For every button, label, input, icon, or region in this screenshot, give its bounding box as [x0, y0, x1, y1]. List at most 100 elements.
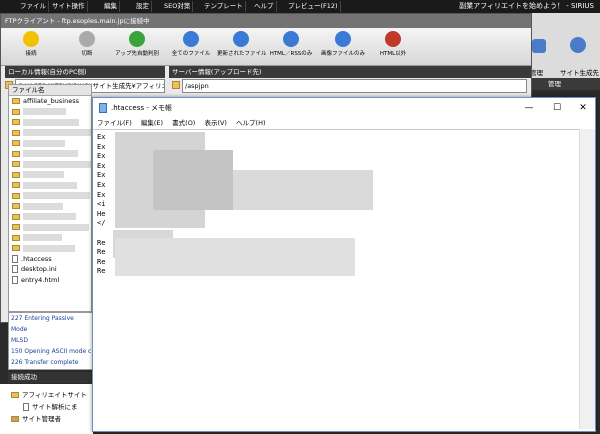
local-file-list[interactable]: ファイル名 affiliate_business .htaccess desktop…	[8, 84, 92, 312]
folder-icon	[11, 392, 19, 398]
admin-icon	[11, 416, 19, 422]
menu-edit[interactable]: 編集	[102, 1, 120, 12]
non-html-icon	[385, 31, 401, 47]
menu-template[interactable]: テンプレート	[202, 1, 246, 12]
site-tree: アフィリエイトサイト サイト解析にま サイト管理者	[0, 384, 93, 434]
connect-button[interactable]: 接続	[7, 30, 55, 64]
disconnect-button[interactable]: 切断	[63, 30, 111, 64]
all-files-button[interactable]: 全てのファイル	[167, 30, 215, 64]
folder-icon	[12, 161, 20, 167]
notepad-window: .htaccess - メモ帳 — ☐ ✕ ファイル(F) 編集(E) 書式(O…	[92, 97, 596, 432]
redacted-filename	[23, 139, 65, 147]
log-line: 150 Opening ASCII mode c	[11, 348, 92, 355]
page-icon	[23, 403, 29, 411]
maximize-button[interactable]: ☐	[545, 98, 569, 118]
auto-detect-button[interactable]: アップ先自動判別	[113, 30, 161, 64]
ftp-log: 227 Entering Passive Mode MLSD 150 Openi…	[8, 312, 93, 370]
redacted-filename	[23, 244, 75, 252]
server-path-field[interactable]: /aspjpn	[182, 79, 527, 93]
file-row[interactable]	[9, 170, 91, 181]
notepad-title: .htaccess - メモ帳	[111, 104, 172, 112]
file-name-header[interactable]: ファイル名	[9, 85, 91, 96]
redacted-filename	[23, 118, 79, 126]
text-line: Ex	[97, 152, 106, 161]
menu-seo[interactable]: SEO対策	[162, 1, 194, 12]
tree-item[interactable]: サイト解析にま	[20, 402, 78, 413]
file-row[interactable]	[9, 222, 91, 233]
app-title: 副業アフィリエイトを始めよう！ - SIRIUS	[459, 2, 594, 10]
text-line: Re	[97, 257, 106, 266]
tree-item[interactable]: アフィリエイトサイト	[8, 390, 87, 401]
file-row[interactable]: entry4.html	[9, 275, 91, 286]
text-line: </	[97, 219, 106, 228]
log-line: 226 Transfer complete	[11, 359, 79, 366]
connect-icon	[23, 31, 39, 47]
notepad-titlebar: .htaccess - メモ帳 — ☐ ✕	[93, 98, 595, 118]
folder-icon	[12, 119, 20, 125]
file-row[interactable]	[9, 243, 91, 254]
file-row[interactable]	[9, 138, 91, 149]
file-row[interactable]	[9, 159, 91, 170]
np-menu-help[interactable]: ヘルプ(H)	[236, 119, 265, 127]
site-gen-icon[interactable]	[570, 37, 586, 53]
file-row[interactable]	[9, 107, 91, 118]
image-files-icon	[335, 31, 351, 47]
non-html-button[interactable]: HTML以外	[369, 30, 417, 64]
redacted-block	[153, 150, 233, 210]
np-menu-view[interactable]: 表示(V)	[204, 119, 227, 127]
text-line: Ex	[97, 161, 106, 170]
ftp-toolbar: 接続 切断 アップ先自動判別 全てのファイル 更新されたファイル HTML／RS…	[1, 28, 531, 66]
minimize-button[interactable]: —	[517, 98, 541, 118]
file-row[interactable]	[9, 233, 91, 244]
file-row[interactable]: desktop.ini	[9, 264, 91, 275]
disconnect-icon	[79, 31, 95, 47]
notepad-text-area[interactable]: Ex Ex Ex Ex Ex Ex Ex <i He </Re Re Re Re	[93, 129, 579, 429]
folder-icon	[12, 245, 20, 251]
file-row[interactable]	[9, 201, 91, 212]
text-line: Ex	[97, 171, 106, 180]
redacted-filename	[23, 202, 63, 210]
text-line: He	[97, 209, 106, 218]
np-menu-edit[interactable]: 編集(E)	[141, 119, 163, 127]
menu-preview[interactable]: プレビュー(F12)	[286, 1, 341, 12]
manage-icon[interactable]	[532, 39, 546, 53]
text-line: Ex	[97, 181, 106, 189]
menu-site[interactable]: サイト操作	[50, 1, 88, 12]
file-row[interactable]	[9, 117, 91, 128]
menu-file[interactable]: ファイル	[18, 1, 49, 12]
tree-item[interactable]: サイト管理者	[8, 414, 61, 425]
folder-icon	[12, 129, 20, 136]
menu-help[interactable]: ヘルプ	[252, 1, 277, 12]
folder-icon	[12, 234, 20, 241]
menu-settings[interactable]: 設定	[134, 1, 152, 12]
text-line: Re	[97, 248, 106, 257]
file-row[interactable]	[9, 128, 91, 139]
file-row[interactable]	[9, 191, 91, 202]
file-row[interactable]	[9, 212, 91, 223]
file-row[interactable]: affiliate_business	[9, 96, 91, 107]
file-row[interactable]	[9, 149, 91, 160]
folder-icon	[12, 171, 20, 178]
text-line: Ex	[97, 142, 106, 151]
redacted-filename	[23, 171, 64, 178]
ftp-title: FTPクライアント - ftp.esoples.main.jpに接続中	[1, 14, 531, 28]
notepad-scrollbar[interactable]	[579, 129, 595, 429]
file-name: desktop.ini	[21, 265, 57, 273]
text-line: Re	[97, 238, 106, 247]
folder-icon	[12, 108, 20, 115]
site-gen-label[interactable]: サイト生成先	[560, 67, 599, 77]
log-line: 227 Entering Passive Mode	[11, 315, 74, 333]
folder-icon	[12, 203, 20, 209]
main-toolbar-right: 管理 サイト生成先 管理	[528, 13, 600, 90]
file-row[interactable]	[9, 180, 91, 191]
np-menu-format[interactable]: 書式(O)	[172, 119, 195, 127]
app-menubar: ファイル サイト操作 編集 設定 SEO対策 テンプレート ヘルプ プレビュー(…	[0, 0, 600, 13]
updated-files-button[interactable]: 更新されたファイル	[217, 30, 267, 64]
image-files-button[interactable]: 画像ファイルのみ	[319, 30, 367, 64]
html-rss-button[interactable]: HTML／RSSのみ	[267, 30, 315, 64]
file-name: entry4.html	[21, 275, 60, 284]
np-menu-file[interactable]: ファイル(F)	[97, 119, 132, 127]
redacted-filename	[23, 213, 76, 220]
file-row[interactable]: .htaccess	[9, 254, 91, 265]
close-button[interactable]: ✕	[571, 98, 595, 118]
